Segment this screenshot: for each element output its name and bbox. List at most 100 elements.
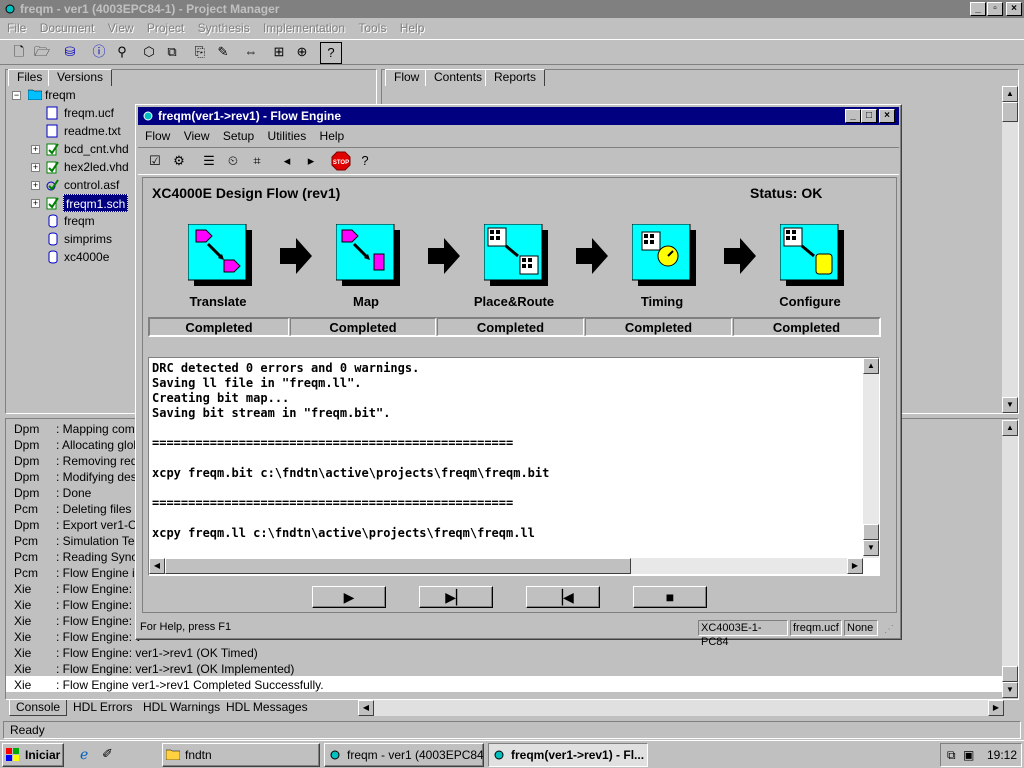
fe-menu-view[interactable]: View — [179, 129, 215, 143]
fe-menu-setup[interactable]: Setup — [218, 129, 259, 143]
expand-icon[interactable]: + — [31, 181, 40, 190]
quick-launch-icon[interactable]: ✐ — [102, 746, 113, 762]
compare-icon[interactable]: ⇔ — [240, 42, 262, 64]
scroll-up-icon[interactable]: ▲ — [863, 358, 879, 374]
scroll-left-icon[interactable]: ◀ — [149, 558, 165, 574]
console-row[interactable]: Xie: Flow Engine: ver1->rev1 (OK Impleme… — [14, 661, 294, 677]
scroll-down-icon[interactable]: ▼ — [863, 540, 879, 556]
timing-report-icon[interactable]: ⏲ — [222, 151, 244, 173]
console-row[interactable]: Pcm: Deleting files f — [14, 501, 138, 517]
task-fndtn[interactable]: fndtn — [162, 743, 320, 767]
console-row[interactable]: Dpm: Done — [14, 485, 91, 501]
console-row[interactable]: Dpm: Allocating glob — [14, 437, 140, 453]
tree-item-hex2led[interactable]: hex2led.vhd — [64, 158, 129, 176]
console-row[interactable]: Pcm: Flow Engine is — [14, 565, 141, 581]
tree-item-control-asf[interactable]: control.asf — [64, 176, 119, 194]
fe-minimize-button[interactable]: _ — [845, 109, 861, 123]
step-button[interactable]: ▶▏ — [419, 586, 493, 608]
tab-versions[interactable]: Versions — [48, 69, 113, 86]
checklist-icon[interactable]: ☑ — [144, 151, 166, 173]
scroll-left-icon[interactable]: ◀ — [358, 700, 374, 716]
tree-item-simprims[interactable]: simprims — [64, 230, 112, 248]
console-row[interactable]: Dpm: Modifying des — [14, 469, 137, 485]
tab-flow[interactable]: Flow — [385, 69, 429, 86]
report-icon[interactable]: ☰ — [198, 151, 220, 173]
stop-icon[interactable]: STOP — [330, 151, 352, 173]
menu-help[interactable]: Help — [395, 21, 430, 35]
reset-button[interactable]: ▕◀ — [526, 586, 600, 608]
maximize-button[interactable]: ▫ — [987, 2, 1003, 16]
console-row[interactable]: Xie: Flow Engine: v — [14, 597, 141, 613]
scroll-thumb[interactable] — [165, 558, 631, 574]
console-row[interactable]: Dpm: Mapping coml — [14, 421, 137, 437]
add-icon[interactable]: ⊞ — [268, 42, 290, 64]
close-button[interactable]: × — [1006, 2, 1022, 16]
context-help-icon[interactable]: ? — [320, 42, 342, 64]
run-button[interactable]: ▶ — [312, 586, 386, 608]
console-row[interactable]: Dpm: Removing red — [14, 453, 137, 469]
console-row[interactable]: Pcm: Reading Synop — [14, 549, 145, 565]
tree-item-freqm-lib[interactable]: freqm — [64, 212, 95, 230]
fe-menu-utilities[interactable]: Utilities — [263, 129, 312, 143]
scroll-thumb[interactable] — [1002, 666, 1018, 682]
console-row[interactable]: Dpm: Export ver1-Op — [14, 517, 144, 533]
console-row[interactable]: Xie: Flow Engine: ver1->rev1 (OK Timed) — [14, 645, 258, 661]
minimize-button[interactable]: _ — [970, 2, 986, 16]
options-icon[interactable]: ⚙ — [168, 151, 190, 173]
tab-hdl-errors[interactable]: HDL Errors — [67, 700, 139, 716]
analysis-icon[interactable]: ⌗ — [246, 151, 268, 173]
console-scrollbar[interactable]: ▲ ▼ — [1002, 420, 1018, 698]
console-hscrollbar[interactable]: ◀ ▶ — [358, 700, 1004, 716]
tab-hdl-warnings[interactable]: HDL Warnings — [137, 700, 226, 716]
tab-console[interactable]: Console — [9, 700, 68, 716]
tab-contents[interactable]: Contents — [425, 69, 492, 86]
scroll-right-icon[interactable]: ▶ — [847, 558, 863, 574]
step-forward-icon[interactable]: ▸ — [300, 151, 322, 173]
tab-files[interactable]: Files — [8, 69, 52, 86]
ie-icon[interactable]: ℯ — [80, 746, 88, 763]
menu-project[interactable]: Project — [142, 21, 189, 35]
menu-tools[interactable]: Tools — [353, 21, 391, 35]
menu-file[interactable]: File — [2, 21, 31, 35]
find-icon[interactable]: ⚲ — [111, 42, 133, 64]
expand-icon[interactable]: + — [31, 199, 40, 208]
tree-item-readme[interactable]: readme.txt — [64, 122, 121, 140]
display-icon[interactable]: ▣ — [963, 748, 974, 762]
scroll-up-icon[interactable]: ▲ — [1002, 86, 1018, 102]
log-vscrollbar[interactable]: ▲ ▼ — [863, 358, 879, 558]
tree-root-freqm[interactable]: freqm — [45, 86, 76, 104]
info-icon[interactable]: ⓘ — [88, 42, 110, 64]
cube-icon[interactable]: ⬡ — [138, 42, 160, 64]
tree-item-freqm-ucf[interactable]: freqm.ucf — [64, 104, 114, 122]
scroll-thumb[interactable] — [1002, 102, 1018, 122]
task-flow-engine[interactable]: freqm(ver1->rev1) - Fl... — [488, 743, 648, 767]
fe-maximize-button[interactable]: □ — [861, 109, 877, 123]
fe-close-button[interactable]: × — [879, 109, 895, 123]
fe-menu-flow[interactable]: Flow — [140, 129, 175, 143]
flow-panel-scrollbar[interactable]: ▲ ▼ — [1002, 86, 1018, 413]
tree-item-bcd-cnt[interactable]: bcd_cnt.vhd — [64, 140, 129, 158]
resize-grip[interactable]: ⋰ — [884, 624, 894, 635]
context-help-icon[interactable]: ? — [354, 151, 376, 173]
tab-hdl-messages[interactable]: HDL Messages — [220, 700, 314, 716]
console-row[interactable]: Xie: Flow Engine ver1->rev1 Completed Su… — [14, 677, 324, 693]
scroll-thumb[interactable] — [863, 524, 879, 540]
expand-icon[interactable]: + — [31, 145, 40, 154]
scroll-down-icon[interactable]: ▼ — [1002, 682, 1018, 698]
edit-icon[interactable]: ✎ — [212, 42, 234, 64]
console-row[interactable]: Xie: Flow Engine: v — [14, 581, 141, 597]
menu-view[interactable]: View — [103, 21, 139, 35]
schematic-icon[interactable]: ⎘ — [189, 42, 211, 64]
fe-menu-help[interactable]: Help — [315, 129, 350, 143]
new-file-icon[interactable]: 🗋 — [8, 42, 30, 64]
network-icon[interactable]: ⧉ — [947, 748, 956, 763]
menu-implementation[interactable]: Implementation — [258, 21, 350, 35]
add-source-icon[interactable]: ⊕ — [291, 42, 313, 64]
tab-reports[interactable]: Reports — [485, 69, 546, 86]
console-row[interactable]: Xie: Flow Engine: v — [14, 629, 141, 645]
scroll-down-icon[interactable]: ▼ — [1002, 397, 1018, 413]
task-project-manager[interactable]: freqm - ver1 (4003EPC84-... — [324, 743, 484, 767]
menu-document[interactable]: Document — [35, 21, 100, 35]
log-hscrollbar[interactable]: ◀ ▶ — [149, 558, 863, 574]
console-row[interactable]: Pcm: Simulation Ter — [14, 533, 138, 549]
